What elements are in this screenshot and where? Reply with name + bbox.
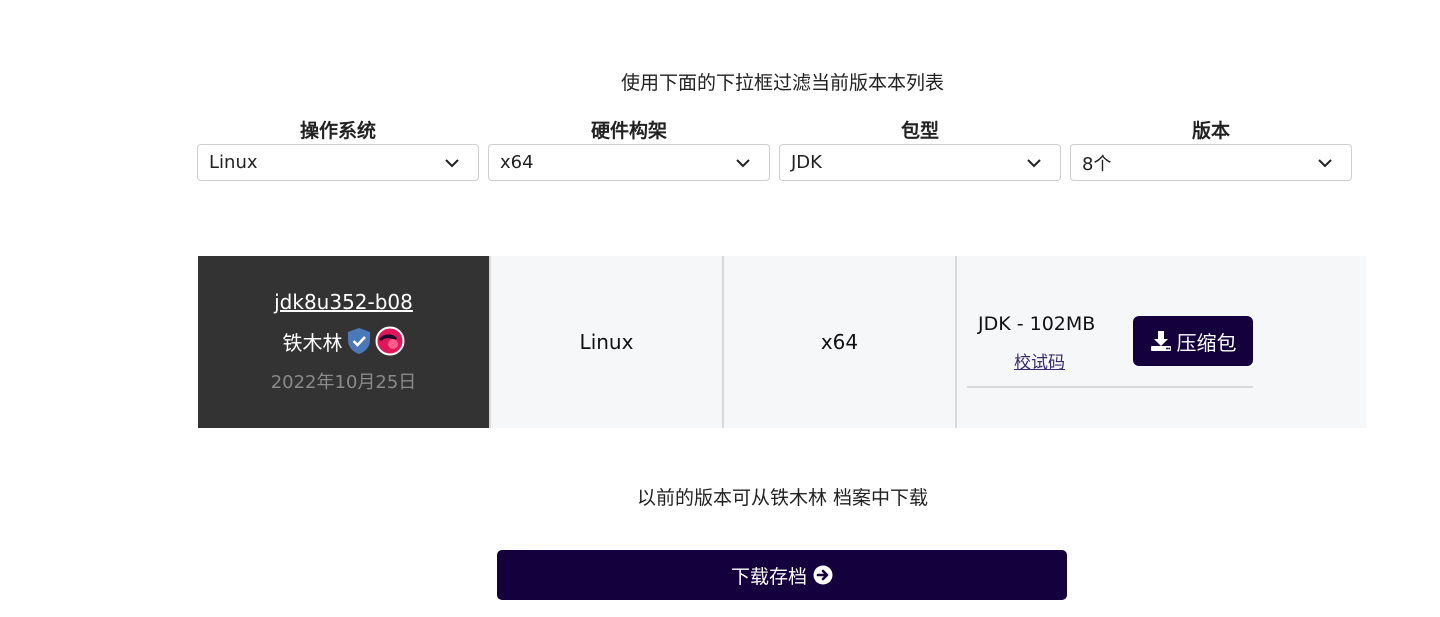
release-os-cell: Linux: [489, 256, 722, 428]
filter-package-type: 包型 JDK: [779, 118, 1061, 181]
filter-package-type-label: 包型: [900, 120, 939, 142]
vendor-line: 铁木林: [283, 326, 405, 356]
release-date: 2022年10月25日: [270, 372, 417, 393]
download-archive-label: 下载存档: [730, 565, 807, 588]
release-name-link[interactable]: jdk8u352-b08: [274, 290, 413, 314]
arrow-circle-right-icon: [813, 565, 833, 585]
download-icon: [1150, 331, 1171, 351]
checksum-link[interactable]: 校试码: [1014, 348, 1065, 373]
package-type-select[interactable]: JDK: [779, 144, 1061, 181]
chevron-down-icon: [445, 159, 459, 168]
archive-button-label: 压缩包: [1176, 330, 1237, 355]
filter-bar: 操作系统 Linux 硬件构架 x64 包型 JDK 版本 8个: [197, 118, 1352, 181]
filter-os: 操作系统 Linux: [197, 118, 479, 181]
verified-shield-icon: [347, 328, 370, 354]
package-block: JDK - 102MB 校试码 压缩包: [967, 313, 1253, 388]
filter-os-label: 操作系统: [299, 120, 376, 142]
release-arch-cell: x64: [722, 256, 955, 428]
chevron-down-icon: [1318, 159, 1332, 168]
version-select[interactable]: 8个: [1070, 144, 1352, 181]
download-archive-button[interactable]: 下载存档: [497, 550, 1067, 600]
filter-version-label: 版本: [1191, 120, 1230, 142]
chevron-down-icon: [736, 159, 750, 168]
filter-arch: 硬件构架 x64: [488, 118, 770, 181]
downloads-page: 使用下面的下拉框过滤当前版本本列表 操作系统 Linux 硬件构架 x64 包型…: [0, 0, 1440, 617]
release-row: jdk8u352-b08 铁木林 2022年10月25日 Linux x64 J…: [198, 256, 1366, 428]
vendor-logo-icon: [375, 326, 404, 356]
release-info-cell: jdk8u352-b08 铁木林 2022年10月25日: [198, 256, 489, 428]
chevron-down-icon: [1027, 159, 1041, 168]
release-download-cell: JDK - 102MB 校试码 压缩包: [955, 256, 1366, 428]
filter-instructions: 使用下面的下拉框过滤当前版本本列表: [620, 72, 944, 94]
os-select-value: Linux: [209, 152, 258, 173]
arch-select-value: x64: [500, 152, 534, 173]
arch-select[interactable]: x64: [488, 144, 770, 181]
archive-download-button[interactable]: 压缩包: [1133, 316, 1253, 366]
package-type-select-value: JDK: [791, 152, 822, 173]
package-size-label: JDK - 102MB: [978, 313, 1096, 335]
os-select[interactable]: Linux: [197, 144, 479, 181]
vendor-name: 铁木林: [282, 330, 343, 355]
version-select-value: 8个: [1082, 153, 1112, 175]
previous-releases-note: 以前的版本可从铁木林 档案中下载: [636, 487, 929, 509]
filter-arch-label: 硬件构架: [590, 120, 667, 142]
filter-version: 版本 8个: [1070, 118, 1352, 181]
